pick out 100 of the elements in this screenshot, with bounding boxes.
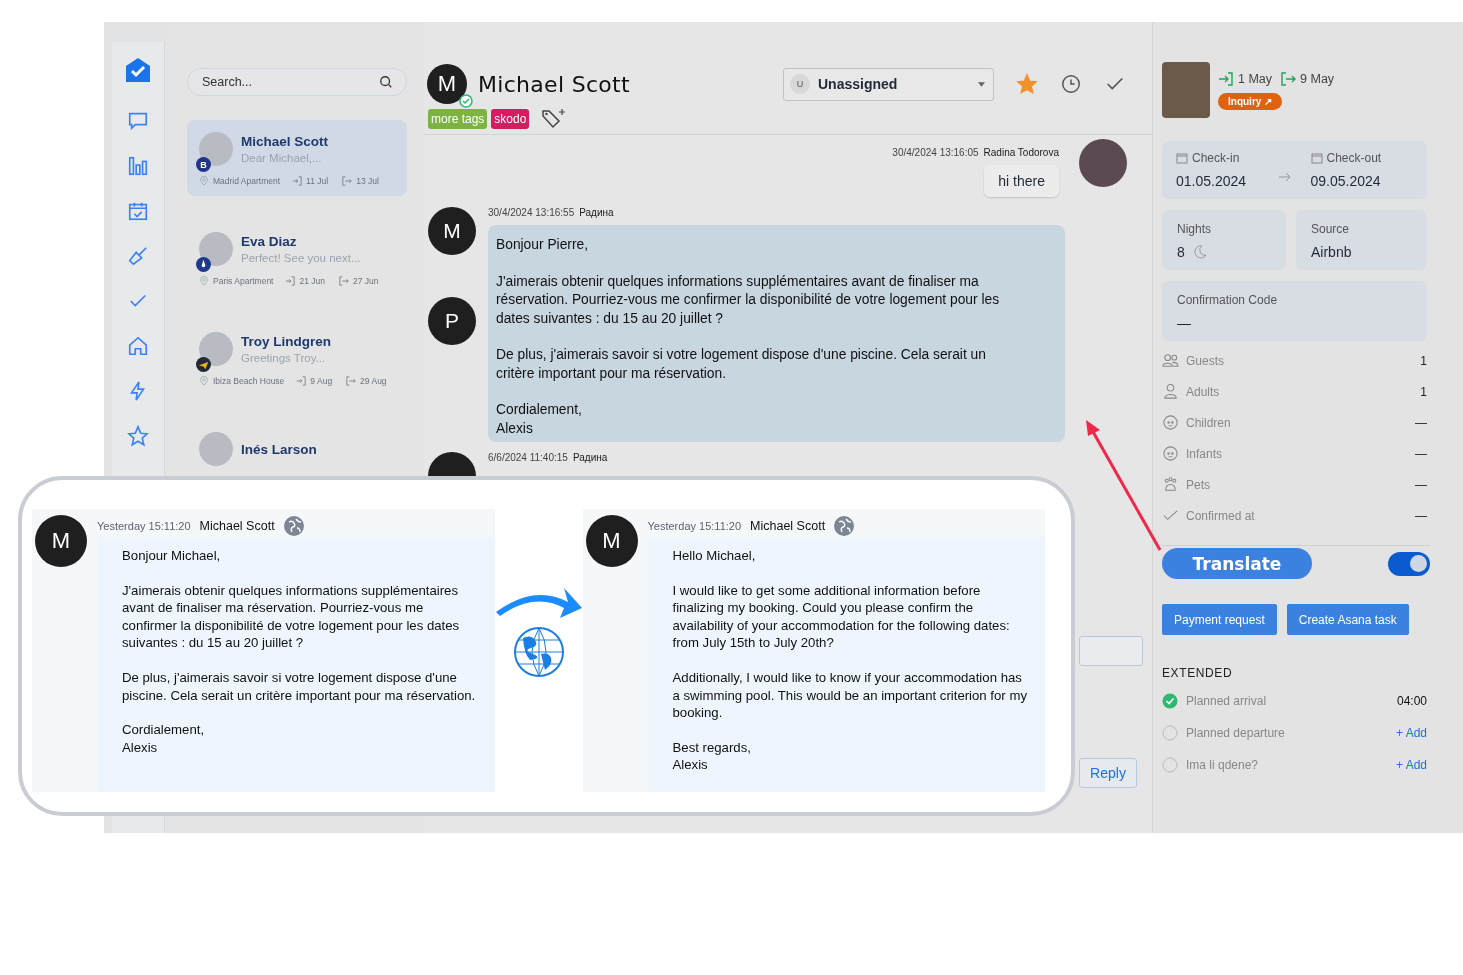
check-out-date: 29 Aug — [360, 376, 387, 386]
contact-name: Michael Scott — [478, 71, 630, 97]
check-in-date: 1 May — [1238, 71, 1273, 86]
field-value: — — [1415, 477, 1427, 492]
contact-name: Inés Larson — [241, 441, 317, 457]
message-preview: Greetings Troy... — [241, 352, 327, 364]
check-out-icon — [339, 276, 349, 286]
field-label: Infants — [1186, 446, 1224, 461]
add-link[interactable]: + Add — [1395, 726, 1427, 740]
field-label: Children — [1186, 415, 1232, 430]
location-pin-icon — [199, 276, 209, 286]
home-icon[interactable] — [127, 334, 149, 358]
children-icon — [1162, 414, 1179, 431]
field-label: Confirmed at — [1186, 508, 1256, 523]
message-time: Yesterday 15:11:20 — [647, 520, 742, 532]
conversation-item[interactable]: Inés Larson — [187, 420, 407, 476]
globe-icon — [834, 516, 855, 536]
location-pin-icon — [199, 376, 209, 386]
field-label: Check-out — [1326, 151, 1382, 165]
field-label: Confirmation Code — [1177, 293, 1279, 307]
check-in-icon — [285, 276, 296, 286]
message-time: Yesterday 15:11:20 — [97, 520, 191, 532]
field-value: 04:00 — [1396, 694, 1427, 708]
tag[interactable]: skodo — [491, 109, 530, 129]
channel-badge: B — [196, 157, 211, 172]
field-label: Planned departure — [1186, 726, 1286, 740]
property-name: Madrid Apartment — [213, 176, 281, 186]
field-value: — — [1415, 446, 1427, 461]
contact-name: Troy Lindgren — [241, 334, 331, 349]
reply-button[interactable]: Reply — [1079, 758, 1137, 788]
field-value: 09.05.2024 — [1310, 173, 1382, 189]
avatar-placeholder — [199, 132, 233, 166]
conversation-item[interactable]: B Michael Scott Dear Michael,... Madrid Apartment 11 Jul 13 Jul — [187, 120, 407, 196]
field-value: — — [1177, 315, 1192, 331]
photo-placeholder — [1162, 62, 1210, 118]
bar-chart-icon[interactable] — [127, 154, 149, 178]
contact-name: Michael Scott — [241, 134, 329, 149]
caret-icon — [978, 81, 985, 87]
check-in-icon — [292, 176, 303, 186]
message-time: 6/6/2024 11:40:15 — [488, 452, 568, 463]
pets-icon — [1162, 476, 1179, 493]
status-checkbox[interactable] — [1162, 693, 1178, 709]
clock-icon[interactable] — [1060, 73, 1082, 95]
check-in-date: 21 Jun — [299, 276, 325, 286]
status-checkbox[interactable] — [1162, 757, 1178, 773]
check-in-icon — [1218, 70, 1234, 87]
sender-avatar: M — [35, 515, 87, 567]
check-out-date: 27 Jun — [353, 276, 379, 286]
avatar-placeholder — [199, 232, 233, 266]
globe-icon — [283, 516, 304, 536]
message-time: 30/4/2024 13:16:05 — [892, 147, 979, 158]
field-value: 1 — [1420, 384, 1427, 399]
add-tag-icon[interactable] — [541, 108, 568, 130]
location-pin-icon — [199, 176, 209, 186]
field-value: 8 — [1177, 244, 1185, 260]
message-preview: Perfect! See you next... — [241, 252, 361, 264]
tag[interactable]: more tags — [428, 109, 488, 129]
assignee-dropdown[interactable]: U Unassigned — [783, 67, 994, 101]
add-link[interactable]: + Add — [1395, 758, 1427, 772]
field-value: — — [1415, 415, 1427, 430]
translate-toggle[interactable] — [1388, 551, 1430, 576]
calendar-icon — [1176, 152, 1188, 164]
arrow-icon — [1278, 172, 1291, 182]
logo-icon[interactable] — [124, 56, 152, 84]
message-preview: Dear Michael,... — [241, 152, 323, 164]
message-author: Радина — [579, 207, 614, 218]
avatar-placeholder — [1079, 139, 1127, 187]
field-value: 01.05.2024 — [1176, 173, 1248, 189]
field-label: Check-in — [1192, 151, 1240, 165]
message-author: Michael Scott — [750, 519, 826, 533]
message-author: Michael Scott — [199, 519, 275, 533]
check-out-date: 9 May — [1300, 71, 1335, 86]
plane-badge-icon — [196, 357, 211, 372]
check-out-icon — [1280, 70, 1297, 87]
section-title: EXTENDED — [1162, 666, 1234, 680]
field-value: Airbnb — [1311, 244, 1353, 260]
reply-field[interactable] — [1079, 636, 1143, 666]
avatar-placeholder — [199, 332, 233, 366]
star-icon[interactable] — [1016, 73, 1038, 95]
adults-icon — [1162, 383, 1179, 400]
property-name: Ibiza Beach House — [213, 376, 285, 386]
contact-avatar: M — [427, 64, 467, 104]
translate-button[interactable]: Translate — [1162, 548, 1312, 579]
search-icon[interactable] — [379, 75, 393, 89]
status-link[interactable]: Inquiry ↗ — [1218, 92, 1283, 110]
action-button[interactable]: Payment request — [1162, 604, 1277, 635]
conversation-item[interactable]: Eva Diaz Perfect! See you next... Paris Apartment 21 Jun 27 Jun — [187, 220, 407, 296]
field-value: — — [1415, 508, 1427, 523]
check-out-date: 13 Jul — [356, 176, 379, 186]
conversation-item[interactable]: Troy Lindgren Greetings Troy... Ibiza Beach House 9 Aug 29 Aug — [187, 320, 407, 396]
star-icon[interactable] — [127, 424, 149, 448]
field-label: Source — [1311, 222, 1351, 236]
action-button[interactable]: Create Asana task — [1286, 604, 1409, 635]
status-checkbox[interactable] — [1162, 725, 1178, 741]
message-author: Радина — [572, 452, 608, 463]
check-in-icon — [296, 376, 307, 386]
message-bubble: hi there — [984, 165, 1059, 197]
message-author: Radina Todorova — [983, 147, 1059, 158]
search-field[interactable]: Search... — [187, 68, 407, 96]
broom-icon[interactable] — [127, 244, 149, 268]
